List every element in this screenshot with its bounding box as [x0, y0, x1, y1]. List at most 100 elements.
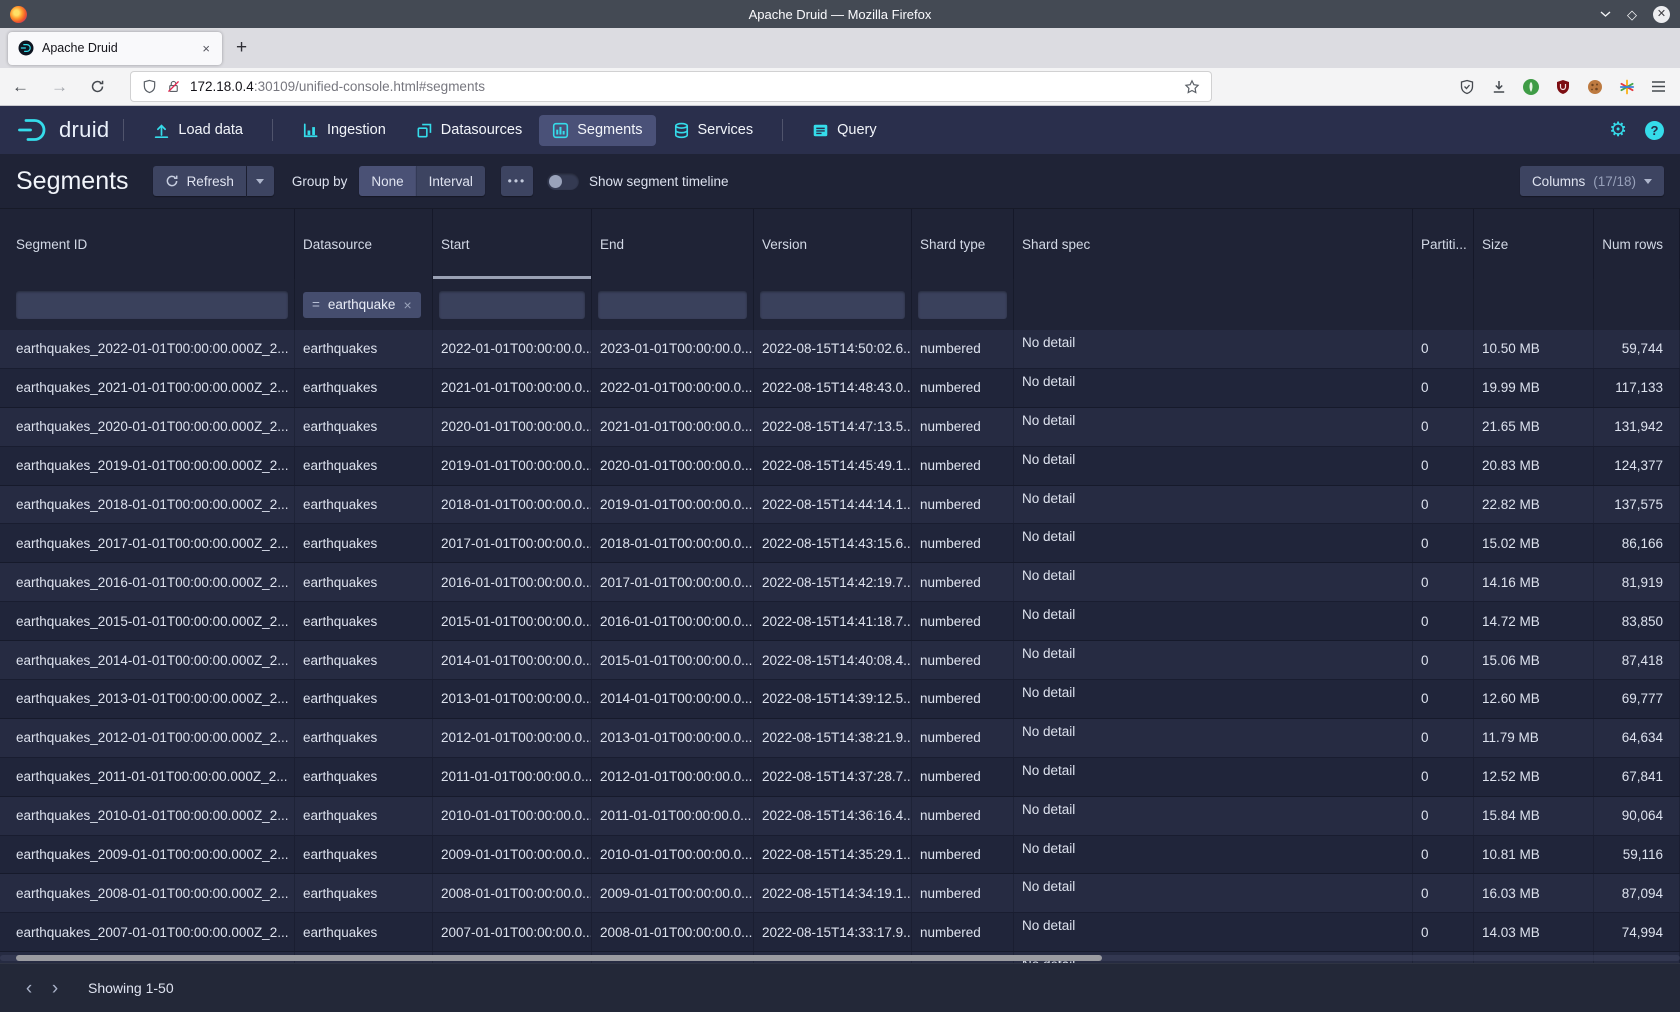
table-row[interactable]: earthquakes_2017-01-01T00:00:00.000Z_2..… — [0, 524, 1680, 563]
filter-input-shard-type[interactable] — [918, 291, 1007, 319]
next-page-icon[interactable]: › — [42, 979, 68, 998]
table-row[interactable]: earthquakes_2012-01-01T00:00:00.000Z_2..… — [0, 719, 1680, 758]
window-maximize-icon[interactable]: ◇ — [1627, 8, 1637, 21]
filter-input-segment-id[interactable] — [16, 291, 288, 319]
settings-gear-icon[interactable]: ⚙ — [1609, 120, 1627, 140]
table-row[interactable]: earthquakes_2014-01-01T00:00:00.000Z_2..… — [0, 641, 1680, 680]
column-header-segment-id[interactable]: Segment ID — [0, 209, 295, 279]
table-row[interactable]: earthquakes_2020-01-01T00:00:00.000Z_2..… — [0, 408, 1680, 447]
cell-version: 2022-08-15T14:34:19.1... — [754, 874, 912, 912]
extension-green-icon[interactable] — [1523, 79, 1539, 95]
cell-start: 2009-01-01T00:00:00.0... — [433, 836, 592, 874]
table-row[interactable]: earthquakes_2015-01-01T00:00:00.000Z_2..… — [0, 602, 1680, 641]
previous-page-icon[interactable]: ‹ — [16, 979, 42, 998]
filter-cell-shard-type — [912, 279, 1014, 330]
filter-input-end[interactable] — [598, 291, 747, 319]
table-row[interactable]: earthquakes_2022-01-01T00:00:00.000Z_2..… — [0, 330, 1680, 369]
horizontal-scrollbar[interactable] — [0, 955, 1680, 961]
filter-input-version[interactable] — [760, 291, 905, 319]
column-header-label: Shard type — [920, 237, 985, 252]
table-row[interactable]: earthquakes_2021-01-01T00:00:00.000Z_2..… — [0, 369, 1680, 408]
table-row[interactable]: earthquakes_2010-01-01T00:00:00.000Z_2..… — [0, 797, 1680, 836]
filter-cell-end — [592, 279, 754, 330]
table-row[interactable]: earthquakes_2013-01-01T00:00:00.000Z_2..… — [0, 680, 1680, 719]
extension-colorful-icon[interactable] — [1619, 79, 1635, 95]
cell-segment-id: earthquakes_2022-01-01T00:00:00.000Z_2..… — [0, 330, 295, 368]
column-header-shard-spec[interactable]: Shard spec — [1014, 209, 1413, 279]
new-tab-button[interactable]: + — [236, 37, 247, 59]
column-header-partition[interactable]: Partiti... — [1413, 209, 1474, 279]
pagination-footer: ‹ › Showing 1-50 — [0, 963, 1680, 1012]
cookie-icon[interactable] — [1587, 79, 1603, 95]
druid-brand[interactable]: druid — [16, 116, 109, 144]
ublock-shield-icon[interactable] — [1555, 79, 1571, 95]
cell-size: 10.81 MB — [1474, 836, 1594, 874]
datasource-filter-chip[interactable]: =earthquake× — [303, 292, 421, 318]
url-text[interactable]: 172.18.0.4:30109/unified-console.html#se… — [190, 79, 485, 94]
nav-item-query[interactable]: Query — [799, 115, 890, 146]
back-icon[interactable]: ← — [12, 77, 29, 97]
scrollbar-thumb[interactable] — [16, 955, 1102, 961]
reload-icon[interactable] — [90, 79, 105, 94]
nav-item-datasources[interactable]: Datasources — [403, 115, 535, 146]
cell-num-rows: 87,094 — [1594, 874, 1680, 912]
table-row[interactable]: earthquakes_2009-01-01T00:00:00.000Z_2..… — [0, 836, 1680, 875]
table-row[interactable]: earthquakes_2007-01-01T00:00:00.000Z_2..… — [0, 913, 1680, 952]
group-by-option-none[interactable]: None — [359, 166, 415, 196]
cell-segment-id: earthquakes_2007-01-01T00:00:00.000Z_2..… — [0, 913, 295, 951]
group-by-option-interval[interactable]: Interval — [416, 166, 485, 196]
refresh-dropdown-button[interactable] — [247, 166, 274, 196]
cell-partition: 0 — [1413, 330, 1474, 368]
cell-datasource: earthquakes — [295, 836, 433, 874]
cell-shard-spec: No detail — [1014, 330, 1413, 368]
nav-item-label: Load data — [178, 122, 243, 138]
column-header-size[interactable]: Size — [1474, 209, 1594, 279]
column-header-datasource[interactable]: Datasource — [295, 209, 433, 279]
table-row[interactable]: earthquakes_2016-01-01T00:00:00.000Z_2..… — [0, 563, 1680, 602]
cell-num-rows: 67,841 — [1594, 758, 1680, 796]
column-header-label: Start — [441, 237, 470, 252]
table-row[interactable]: earthquakes_2019-01-01T00:00:00.000Z_2..… — [0, 447, 1680, 486]
columns-button[interactable]: Columns (17/18) — [1520, 166, 1664, 196]
column-header-version[interactable]: Version — [754, 209, 912, 279]
window-minimize-icon[interactable] — [1600, 10, 1611, 18]
browser-tab[interactable]: Apache Druid × — [8, 32, 222, 65]
column-header-label: Partiti... — [1421, 237, 1467, 252]
window-close-icon[interactable]: ✕ — [1653, 6, 1670, 23]
tracking-shield-icon[interactable] — [142, 79, 157, 94]
view-header: Segments Refresh Group by NoneInterval •… — [0, 154, 1680, 208]
broken-lock-icon[interactable] — [166, 79, 181, 94]
tab-close-icon[interactable]: × — [200, 41, 212, 56]
nav-item-ingestion[interactable]: Ingestion — [289, 115, 399, 146]
table-row[interactable]: earthquakes_2011-01-01T00:00:00.000Z_2..… — [0, 758, 1680, 797]
remove-filter-icon[interactable]: × — [403, 297, 411, 313]
help-icon[interactable]: ? — [1645, 121, 1664, 140]
firefox-logo-icon — [10, 6, 27, 23]
filter-cell-partition — [1413, 279, 1474, 330]
segment-timeline-toggle[interactable] — [547, 173, 579, 190]
column-header-shard-type[interactable]: Shard type — [912, 209, 1014, 279]
cell-shard-type: numbered — [912, 602, 1014, 640]
menu-hamburger-icon[interactable] — [1651, 80, 1666, 93]
forward-icon[interactable]: → — [51, 77, 68, 97]
cell-num-rows: 74,994 — [1594, 913, 1680, 951]
cell-shard-spec: No detail — [1014, 680, 1413, 718]
nav-item-segments[interactable]: Segments — [539, 115, 655, 146]
download-icon[interactable] — [1491, 79, 1507, 95]
filter-input-start[interactable] — [439, 291, 585, 319]
bookmark-star-icon[interactable] — [1184, 79, 1200, 95]
table-row[interactable]: earthquakes_2008-01-01T00:00:00.000Z_2..… — [0, 874, 1680, 913]
cell-num-rows: 86,166 — [1594, 524, 1680, 562]
url-bar[interactable]: 172.18.0.4:30109/unified-console.html#se… — [131, 72, 1211, 101]
more-options-button[interactable]: ••• — [501, 166, 533, 196]
column-header-label: Version — [762, 237, 807, 252]
nav-item-services[interactable]: Services — [660, 115, 767, 146]
column-header-num-rows[interactable]: Num rows — [1594, 209, 1680, 279]
column-header-start[interactable]: Start — [433, 209, 592, 279]
nav-item-load-data[interactable]: Load data — [140, 115, 256, 146]
refresh-button[interactable]: Refresh — [153, 166, 246, 196]
table-row[interactable]: earthquakes_2018-01-01T00:00:00.000Z_2..… — [0, 486, 1680, 525]
pocket-shield-icon[interactable] — [1459, 79, 1475, 95]
cell-version: 2022-08-15T14:36:16.4... — [754, 797, 912, 835]
column-header-end[interactable]: End — [592, 209, 754, 279]
